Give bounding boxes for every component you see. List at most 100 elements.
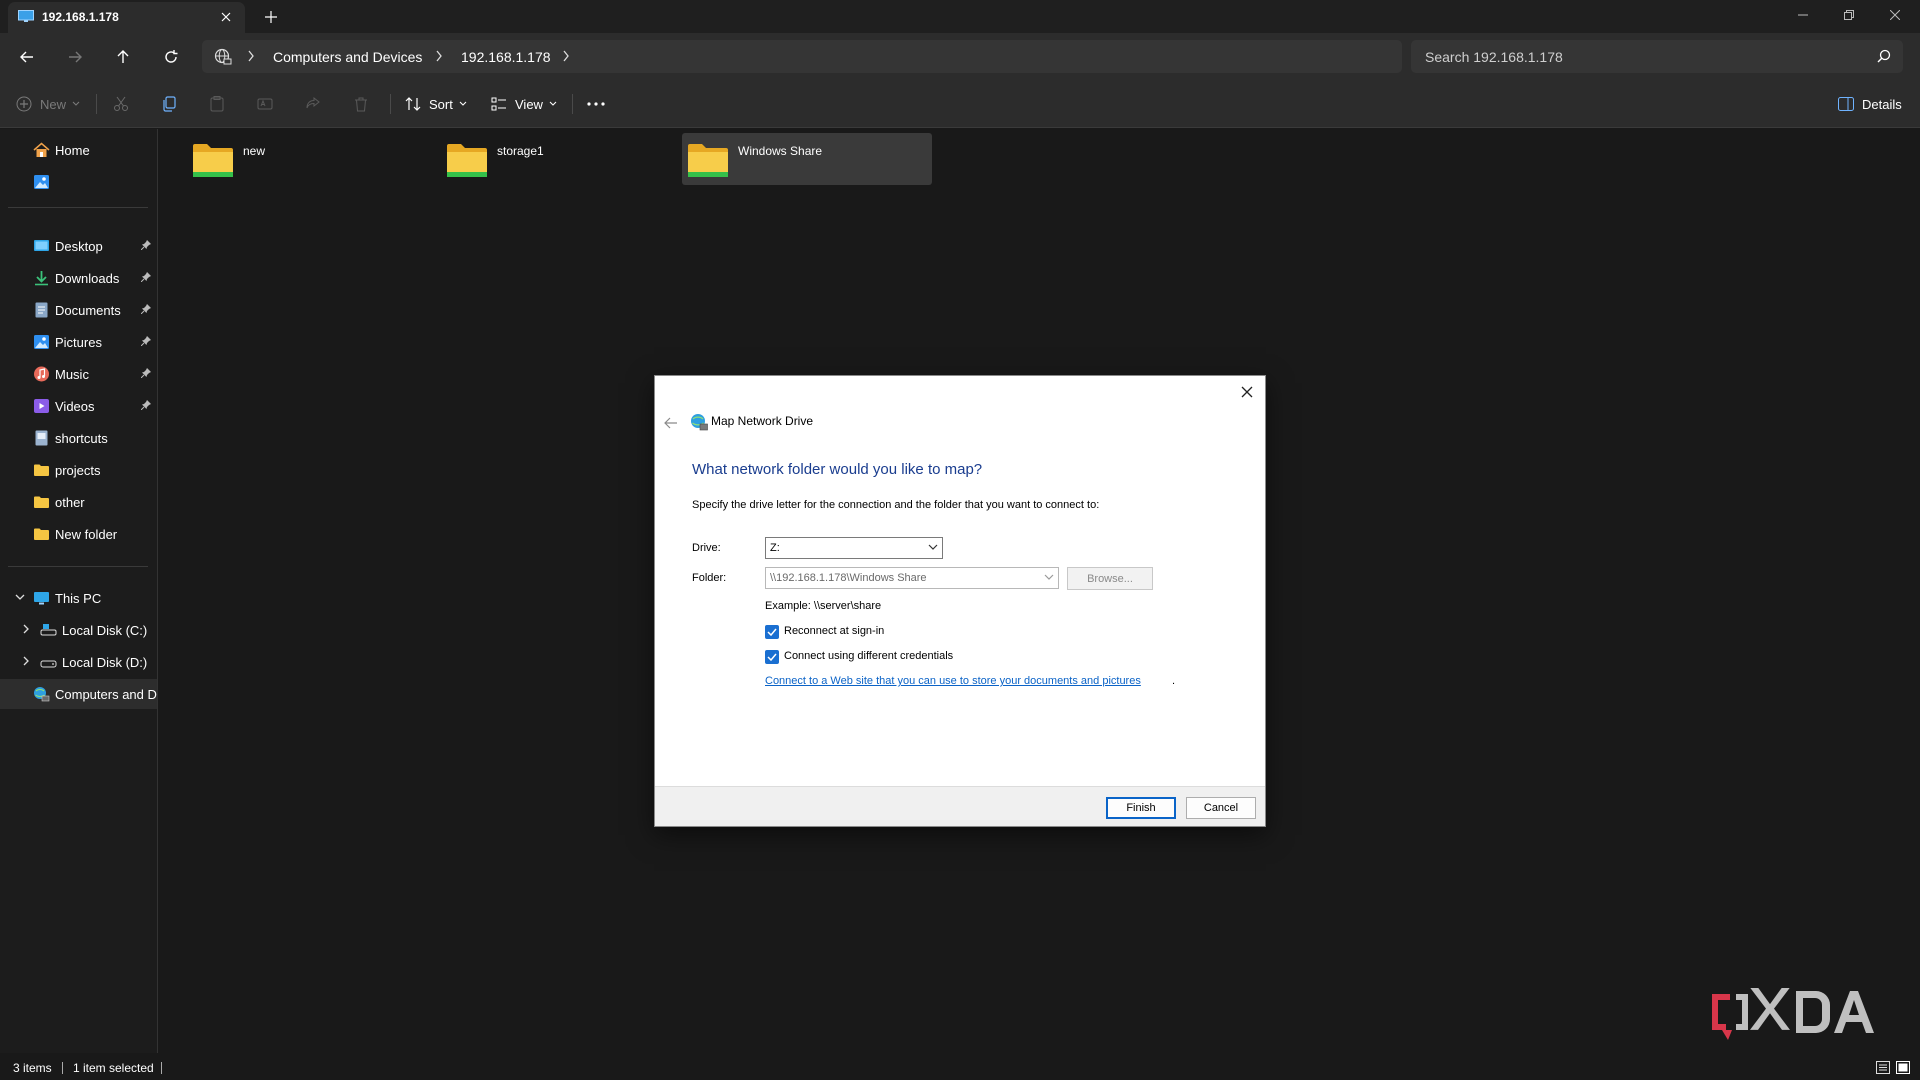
close-icon — [1241, 386, 1253, 398]
gallery-icon — [34, 175, 49, 189]
navigation-pane: Home Desktop Downloads Documents Picture… — [0, 129, 158, 1053]
forward-button[interactable] — [59, 41, 91, 73]
copy-button[interactable] — [161, 90, 185, 118]
reconnect-checkbox[interactable] — [765, 625, 779, 639]
sidebar-item-label: projects — [55, 463, 101, 478]
sidebar-item-videos[interactable]: Videos — [0, 391, 157, 421]
share-button[interactable] — [305, 90, 329, 118]
folder-icon — [34, 464, 49, 476]
refresh-button[interactable] — [155, 41, 187, 73]
toolbar-divider — [96, 94, 97, 114]
sort-button[interactable]: Sort — [405, 90, 475, 118]
copy-icon — [163, 96, 176, 112]
dialog-close-button[interactable] — [1235, 380, 1259, 404]
trash-icon — [355, 97, 367, 112]
chevron-down-icon[interactable] — [14, 591, 26, 603]
sidebar-item-documents[interactable]: Documents — [0, 295, 157, 325]
status-divider — [161, 1062, 162, 1074]
drive-select-value: Z: — [770, 542, 780, 554]
sort-label: Sort — [429, 96, 453, 112]
view-button[interactable]: View — [491, 90, 565, 118]
drive-select[interactable]: Z: — [765, 537, 943, 559]
tab-active[interactable]: 192.168.1.178 — [8, 2, 245, 33]
browse-button[interactable]: Browse... — [1067, 567, 1153, 590]
new-button[interactable]: New — [16, 90, 88, 118]
item-label: Windows Share — [738, 144, 823, 158]
sidebar-item-label: New folder — [55, 527, 118, 542]
back-button[interactable] — [11, 41, 43, 73]
new-tab-button[interactable] — [260, 6, 282, 28]
ellipsis-icon — [587, 102, 605, 106]
view-label: View — [515, 96, 543, 112]
dialog-back-button[interactable] — [661, 413, 681, 433]
arrow-up-icon — [117, 50, 129, 63]
view-list-icon — [491, 97, 506, 111]
sidebar-item-pictures[interactable]: Pictures — [0, 327, 157, 357]
tab-bar: 192.168.1.178 — [0, 0, 1920, 33]
sidebar-item-new-folder[interactable]: New folder — [0, 519, 157, 549]
restore-button[interactable] — [1826, 0, 1872, 30]
dialog-instruction: Specify the drive letter for the connect… — [692, 499, 1100, 511]
chevron-right-icon[interactable] — [20, 655, 32, 667]
sidebar-item-label: Local Disk (D:) — [62, 655, 148, 670]
details-button[interactable]: Details — [1838, 90, 1902, 118]
rename-button[interactable] — [257, 90, 281, 118]
chevron-right-icon[interactable] — [20, 623, 32, 635]
sidebar-item-downloads[interactable]: Downloads — [0, 263, 157, 293]
home-icon — [33, 142, 50, 157]
sidebar-item-desktop[interactable]: Desktop — [0, 231, 157, 261]
sidebar-item-computers-and-devices[interactable]: Computers and Devices — [0, 679, 157, 709]
finish-button[interactable]: Finish — [1106, 797, 1176, 819]
folder-example: Example: \\server\share — [765, 600, 882, 612]
chevron-down-icon — [72, 101, 80, 106]
folder-item-new[interactable]: new — [171, 133, 421, 185]
folder-item-windows-share[interactable]: Windows Share — [682, 133, 932, 185]
sort-icon — [405, 97, 421, 111]
folder-item-storage1[interactable]: storage1 — [425, 133, 675, 185]
folder-combo[interactable]: \\192.168.1.178\Windows Share — [765, 567, 1059, 589]
breadcrumb-computers-and-devices[interactable]: Computers and Devices — [273, 49, 422, 65]
minimize-button[interactable] — [1780, 0, 1826, 30]
command-bar: New Sort View Details — [0, 80, 1920, 128]
sidebar-item-home[interactable]: Home — [0, 135, 157, 165]
up-button[interactable] — [107, 41, 139, 73]
chevron-down-icon — [1044, 574, 1054, 580]
more-options-button[interactable] — [587, 90, 613, 118]
clipboard-icon — [210, 96, 224, 112]
sidebar-item-shortcuts[interactable]: shortcuts — [0, 423, 157, 453]
sidebar-item-local-disk-c[interactable]: Local Disk (C:) — [0, 615, 157, 645]
tiles-view-icon[interactable] — [1896, 1061, 1910, 1074]
folder-label: Folder: — [692, 572, 727, 584]
sidebar-item-local-disk-d[interactable]: Local Disk (D:) — [0, 647, 157, 677]
sidebar-item-projects[interactable]: projects — [0, 455, 157, 485]
search-input[interactable]: Search 192.168.1.178 — [1411, 40, 1903, 73]
shortcut-file-icon — [35, 430, 48, 446]
sidebar-item-this-pc[interactable]: This PC — [0, 583, 157, 613]
sidebar-item-label: Downloads — [55, 271, 120, 286]
address-bar[interactable]: Computers and Devices 192.168.1.178 — [202, 40, 1402, 73]
sidebar-item-music[interactable]: Music — [0, 359, 157, 389]
network-share-folder-icon — [688, 144, 728, 177]
sidebar-item-label: other — [55, 495, 85, 510]
drive-icon — [40, 624, 57, 636]
different-credentials-checkbox[interactable] — [765, 650, 779, 664]
cut-button[interactable] — [113, 90, 137, 118]
sidebar-item-label: Pictures — [55, 335, 102, 350]
pin-icon — [141, 240, 151, 250]
network-globe-icon — [214, 48, 232, 65]
sidebar-item-gallery[interactable] — [0, 167, 157, 197]
details-label: Details — [1862, 96, 1902, 112]
close-window-button[interactable] — [1872, 0, 1918, 30]
close-icon[interactable] — [215, 6, 237, 28]
delete-button[interactable] — [353, 90, 377, 118]
breadcrumb-ip[interactable]: 192.168.1.178 — [461, 49, 551, 65]
selection-count: 1 item selected — [73, 1061, 154, 1075]
details-view-icon[interactable] — [1876, 1061, 1890, 1074]
reconnect-label[interactable]: Reconnect at sign-in — [784, 625, 884, 637]
cancel-button[interactable]: Cancel — [1186, 797, 1256, 819]
different-credentials-label[interactable]: Connect using different credentials — [784, 650, 953, 662]
status-divider — [62, 1062, 63, 1074]
sidebar-item-other[interactable]: other — [0, 487, 157, 517]
paste-button[interactable] — [209, 90, 233, 118]
web-storage-link[interactable]: Connect to a Web site that you can use t… — [765, 675, 1141, 687]
